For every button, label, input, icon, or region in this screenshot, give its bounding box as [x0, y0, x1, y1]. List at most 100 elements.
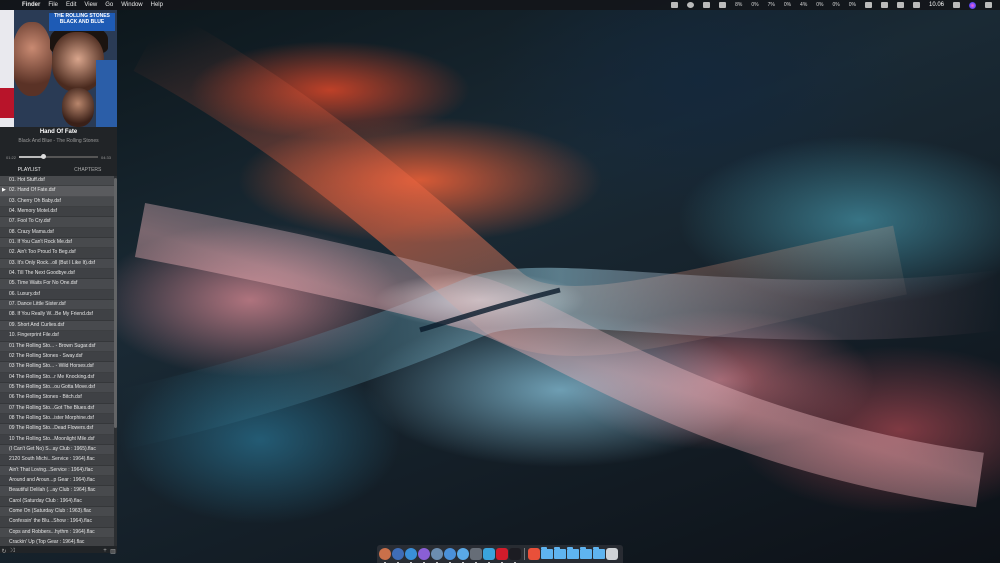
search-icon[interactable] — [953, 2, 960, 8]
bluetooth-icon[interactable] — [864, 2, 872, 8]
player-status-icon[interactable] — [687, 2, 695, 8]
music-folder-icon[interactable] — [593, 547, 605, 560]
repeat-icon[interactable]: ↻ — [0, 548, 8, 555]
playlist-row[interactable]: Around and Aroun...p Gear : 1964).flac — [0, 476, 114, 487]
screenshot-tool-icon[interactable] — [528, 548, 540, 560]
playlist-row[interactable]: 05 The Rolling Sto...ou Gotta Move.dsf — [0, 382, 114, 394]
battery-icon[interactable] — [912, 2, 920, 8]
playlist-row-label: Come On (Saturday Club : 1963).flac — [9, 508, 92, 514]
playlist-row[interactable]: 04 The Rolling Sto...r Me Knocking.dsf — [0, 373, 114, 383]
menu-window[interactable]: Window — [121, 2, 142, 8]
siri-icon[interactable] — [969, 1, 976, 9]
playlist-row[interactable]: Crackin' Up (Top Gear : 1964).flac — [0, 538, 114, 546]
playlist-row[interactable]: 07. Dance Little Sister.dsf — [0, 300, 114, 311]
status-cpu-5[interactable]: 4% — [800, 2, 807, 8]
siri-icon[interactable] — [418, 548, 430, 563]
playlist-row[interactable]: 09. Short And Curlies.dsf — [0, 320, 114, 332]
menu-view[interactable]: View — [84, 2, 97, 8]
status-cpu-6[interactable]: 0% — [816, 2, 823, 8]
playlist-row[interactable]: 06 The Rolling Stones - Bitch.dsf — [0, 393, 114, 404]
playlist-row[interactable]: 07 The Rolling Sto...Got The Blues.dsf — [0, 403, 114, 414]
launchpad-icon[interactable] — [392, 548, 404, 563]
trash-bin-icon[interactable] — [606, 548, 618, 560]
messages-icon[interactable] — [457, 548, 469, 563]
playlist-row[interactable]: 02 The Rolling Stones - Sway.dsf — [0, 352, 114, 363]
playlist-row[interactable]: Carol (Saturday Club : 1964).flac — [0, 497, 114, 507]
applications-folder-icon[interactable] — [580, 547, 592, 560]
playlist-row[interactable]: ▶ 02. Hand Of Fate.dsf — [0, 186, 114, 197]
playlist-row[interactable]: 09 The Rolling Sto...Dead Flowers.dsf — [0, 424, 114, 435]
playlist-row[interactable]: 04. Till The Next Goodbye.dsf — [0, 269, 114, 280]
playlist-row[interactable]: 08. Crazy Mama.dsf — [0, 228, 114, 239]
progress-knob[interactable] — [40, 154, 46, 159]
playlist-row-label: 02 The Rolling Stones - Sway.dsf — [9, 352, 83, 359]
status-cpu-3[interactable]: 7% — [768, 2, 775, 8]
playlist-row-label: 05 The Rolling Sto...ou Gotta Move.dsf — [9, 383, 96, 390]
progress-bar[interactable]: 01:22 04:33 — [6, 154, 111, 160]
trash-icon[interactable]: ▥ — [109, 548, 117, 555]
status-cpu-2[interactable]: 0% — [751, 2, 758, 8]
add-icon[interactable]: + — [101, 548, 109, 554]
playlist-row[interactable]: Cops and Robbers...hythm : 1964).flac — [0, 527, 114, 539]
playlist-scrollbar[interactable] — [114, 176, 117, 546]
playlist-row-label: 03 The Rolling Sto... - Wild Horses.dsf — [9, 363, 94, 370]
progress-track[interactable] — [19, 154, 98, 159]
tab-playlist[interactable]: PLAYLIST — [0, 166, 59, 174]
compass-icon[interactable] — [431, 548, 443, 563]
menu-file[interactable]: File — [48, 2, 58, 8]
volume-icon[interactable] — [896, 2, 904, 8]
playlist-row[interactable]: 01. If You Can't Rock Me.dsf — [0, 238, 114, 249]
playlist-row[interactable]: 08. If You Really W...Be My Friend.dsf — [0, 310, 114, 321]
menu-app-name[interactable]: Finder — [22, 2, 40, 8]
status-cpu-4[interactable]: 0% — [784, 2, 791, 8]
shuffle-icon[interactable]: ⤨ — [8, 548, 16, 555]
playlist-row[interactable]: 01 The Rolling Sto... - Brown Sugar.dsf — [0, 341, 114, 352]
menu-edit[interactable]: Edit — [66, 2, 76, 8]
mail-icon[interactable] — [444, 548, 456, 563]
network-stats-icon[interactable] — [719, 2, 727, 8]
desktop-folder-icon[interactable] — [567, 547, 579, 560]
playlist-row[interactable]: 01. Hot Stuff.dsf — [0, 176, 114, 187]
telegram-icon[interactable] — [483, 548, 495, 563]
menu-clock[interactable]: 10.06 — [929, 2, 944, 8]
progress-fill — [19, 156, 43, 158]
playlist-row[interactable]: 08 The Rolling Sto...ister Morphine.dsf — [0, 414, 114, 425]
photos-icon[interactable] — [470, 548, 482, 563]
wifi-icon[interactable] — [880, 2, 888, 8]
playlist-row[interactable]: 05. Time Waits For No One.dsf — [0, 279, 114, 290]
playlist-row[interactable]: 06. Luxury.dsf — [0, 290, 114, 301]
track-subtitle: Black And Blue - The Rolling Stones — [18, 138, 99, 144]
downloads-folder-icon[interactable] — [541, 547, 553, 560]
apple-menu-icon[interactable] — [8, 2, 14, 9]
playlist-row[interactable]: 04. Memory Motel.dsf — [0, 207, 114, 218]
playlist-row[interactable]: (I Can't Get No) S...ay Club : 1965).fla… — [0, 444, 114, 456]
playlist-row[interactable]: 03. Cherry Oh Baby.dsf — [0, 196, 114, 208]
scrollbar-thumb[interactable] — [114, 178, 117, 428]
playlist-row[interactable]: Ain't That Loving...Service : 1964).flac — [0, 465, 114, 476]
playlist-row[interactable]: 10. Fingerprint File.dsf — [0, 331, 114, 342]
tab-chapters[interactable]: CHAPTERS — [59, 166, 118, 174]
notification-center-icon[interactable] — [985, 2, 992, 8]
playlist-row[interactable]: 2120 South Michi...Service : 1964).flac — [0, 455, 114, 466]
playlist-row[interactable]: Come On (Saturday Club : 1963).flac — [0, 507, 114, 518]
audio-device-icon[interactable] — [671, 2, 679, 8]
finder-icon[interactable] — [379, 548, 391, 563]
playlist-row[interactable]: Beautiful Delilah (...ay Club : 1964).fl… — [0, 486, 114, 497]
opera-icon[interactable] — [496, 548, 508, 563]
playlist-row[interactable]: Confessin' the Blu...Show : 1964).flac — [0, 517, 114, 528]
playlist-row[interactable]: 07. Fool To Cry.dsf — [0, 217, 114, 228]
documents-folder-icon[interactable] — [554, 547, 566, 560]
menu-go[interactable]: Go — [105, 2, 113, 8]
playlist-row[interactable]: 10 The Rolling Sto...Moonlight Mile.dsf — [0, 435, 114, 445]
status-cpu-8[interactable]: 0% — [849, 2, 856, 8]
playlist-row[interactable]: 03 The Rolling Sto... - Wild Horses.dsf — [0, 362, 114, 373]
playlist-row-label: 08. Crazy Mama.dsf — [9, 228, 54, 235]
playlist-row[interactable]: 03. It's Only Rock...oll (But I Like It)… — [0, 258, 114, 270]
status-cpu-7[interactable]: 0% — [833, 2, 840, 8]
status-cpu-1[interactable]: 8% — [735, 2, 742, 8]
menu-help[interactable]: Help — [151, 2, 163, 8]
playlist-row[interactable]: 02. Ain't Too Proud To Beg.dsf — [0, 248, 114, 259]
safari-icon[interactable] — [405, 548, 417, 563]
music-icon[interactable] — [509, 548, 521, 563]
monitor-icon[interactable] — [703, 2, 711, 8]
